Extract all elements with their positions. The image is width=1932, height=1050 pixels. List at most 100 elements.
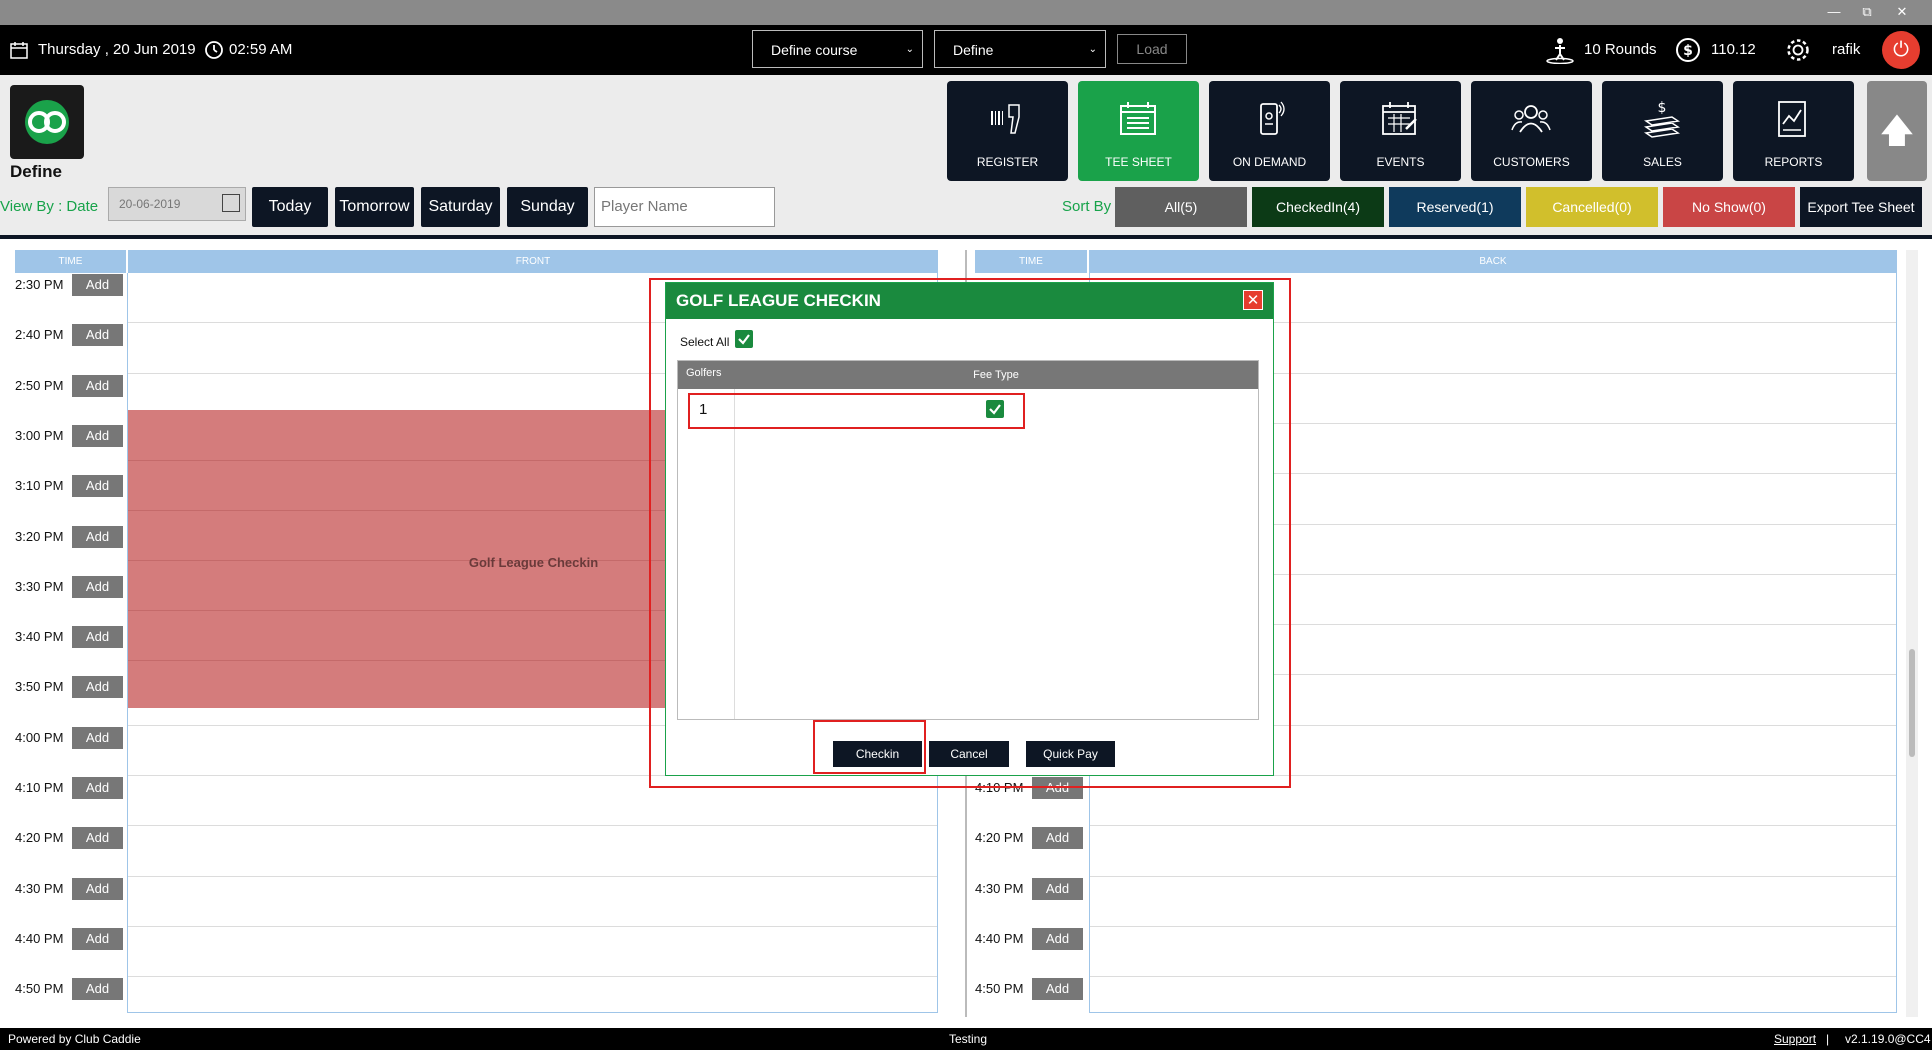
checkmark-icon [738,334,750,345]
close-icon[interactable]: ✕ [1243,290,1263,310]
time-label: 2:40 PM [15,327,64,343]
front-header: FRONT [128,250,938,273]
add-booking-button[interactable]: Add [72,274,123,296]
brand-title: Define [10,162,62,181]
nav-reports-label: REPORTS [1764,155,1823,169]
reports-icon [1778,101,1806,137]
scroll-top-arrow-icon[interactable]: 🡅 [1867,81,1927,181]
time-label: 4:40 PM [975,930,1024,946]
filter-reserved-button[interactable]: Reserved(1) [1389,187,1521,227]
add-booking-button[interactable]: Add [72,726,123,749]
add-booking-button[interactable]: Add [72,374,123,397]
tomorrow-button[interactable]: Tomorrow [335,187,414,227]
front-time-header: TIME [15,250,126,273]
current-date: Thursday , 20 Jun 2019 [38,41,196,58]
course-select[interactable]: Define course ⌄ [752,30,923,68]
slot-divider [1090,825,1896,827]
back-header: BACK [1089,250,1897,273]
dialog-title: GOLF LEAGUE CHECKIN [666,283,1273,319]
define-select[interactable]: Define ⌄ [934,30,1106,68]
fee-type-column-header: Fee Type [973,369,1019,381]
date-picker[interactable]: 20-06-2019 [108,187,246,221]
footer-separator: | [1826,1032,1830,1046]
add-booking-button[interactable]: Add [72,525,123,548]
time-label: 3:50 PM [15,679,64,695]
time-label: 4:50 PM [15,981,64,997]
add-booking-button[interactable]: Add [72,424,123,447]
calendar-icon [1382,102,1417,135]
add-booking-button[interactable]: Add [72,827,123,850]
select-all-checkbox[interactable] [735,330,753,348]
booking-block[interactable]: Golf League Checkin [128,410,668,708]
add-booking-button[interactable]: Add [72,777,123,799]
scrollbar[interactable] [1906,250,1918,1017]
add-booking-button[interactable]: Add [72,475,123,498]
support-link[interactable]: Support [1774,1028,1816,1050]
filter-all-button[interactable]: All(5) [1115,187,1247,227]
logo-icon [25,100,69,144]
add-booking-button[interactable]: Add [72,575,123,598]
nav-tee-sheet-button[interactable]: TEE SHEET [1078,81,1199,181]
today-button[interactable]: Today [252,187,328,227]
time-label: 3:30 PM [15,578,64,594]
front-time-column: 2:30 PM Add 2:40 PM Add 2:50 PM Add 3:00 PM Add… [15,273,127,1017]
slot-divider [128,875,937,877]
add-booking-button[interactable]: Add [72,676,123,699]
filter-no-show-button[interactable]: No Show(0) [1663,187,1795,227]
nav-sales-label: SALES [1643,155,1682,169]
quick-pay-button[interactable]: Quick Pay [1026,741,1115,767]
scrollbar-thumb[interactable] [1909,649,1915,757]
close-window-icon[interactable]: ✕ [1890,2,1914,22]
nav-register-button[interactable]: REGISTER [947,81,1068,181]
toolbar: Define REGISTER TEE SHEET ON DEMAND EVEN… [0,75,1932,235]
add-booking-button[interactable]: Add [1032,978,1083,1001]
nav-on-demand-button[interactable]: ON DEMAND [1209,81,1330,181]
course-select-value: Define course [771,42,858,58]
nav-events-button[interactable]: EVENTS [1340,81,1461,181]
nav-sales-button[interactable]: $ SALES [1602,81,1723,181]
saturday-button[interactable]: Saturday [421,187,500,227]
golf-league-checkin-dialog: GOLF LEAGUE CHECKIN ✕ Select All Golfers… [665,282,1274,776]
nav-tee-sheet-label: TEE SHEET [1105,155,1172,169]
footer: Powered by Club Caddie Testing Support |… [0,1028,1932,1050]
user-name: rafik [1832,41,1861,58]
add-booking-button[interactable]: Add [1032,827,1083,850]
player-name-input[interactable]: Player Name [594,187,775,227]
time-label: 3:40 PM [15,629,64,645]
slot-divider [128,925,937,927]
load-button[interactable]: Load [1117,34,1187,64]
nav-customers-button[interactable]: CUSTOMERS [1471,81,1592,181]
add-booking-button[interactable]: Add [1032,877,1083,900]
mobile-icon [1260,101,1285,135]
add-booking-button[interactable]: Add [72,877,123,900]
power-icon[interactable]: ⏻ [1882,31,1920,69]
time-label: 4:30 PM [15,880,64,896]
svg-text:$: $ [1683,43,1693,59]
powered-by: Powered by Club Caddie [8,1032,141,1046]
dollar-icon: $ [1676,38,1700,62]
add-booking-button[interactable]: Add [72,324,123,347]
slot-divider [128,825,937,827]
add-booking-button[interactable]: Add [72,927,123,950]
time-label: 4:40 PM [15,930,64,946]
calendar-picker-icon[interactable] [222,194,240,212]
nav-on-demand-label: ON DEMAND [1232,155,1307,169]
gear-icon[interactable] [1785,37,1811,63]
chevron-down-icon: ⌄ [1088,44,1097,55]
select-all-label: Select All [680,335,730,349]
add-booking-button[interactable]: Add [72,978,123,1001]
chevron-down-icon: ⌄ [905,44,914,55]
nav-reports-button[interactable]: REPORTS [1733,81,1854,181]
filter-cancelled-button[interactable]: Cancelled(0) [1526,187,1658,227]
sunday-button[interactable]: Sunday [507,187,588,227]
view-by-label: View By : Date [0,198,99,215]
tee-sheet-icon [1120,102,1156,135]
cancel-button[interactable]: Cancel [929,741,1009,767]
add-booking-button[interactable]: Add [1032,927,1083,950]
filter-checkedin-button[interactable]: CheckedIn(4) [1252,187,1384,227]
export-tee-sheet-button[interactable]: Export Tee Sheet [1800,187,1922,227]
customers-icon [1511,105,1551,133]
add-booking-button[interactable]: Add [72,626,123,649]
restore-icon[interactable]: ⧉ [1855,2,1879,22]
minimize-icon[interactable]: — [1822,2,1846,22]
